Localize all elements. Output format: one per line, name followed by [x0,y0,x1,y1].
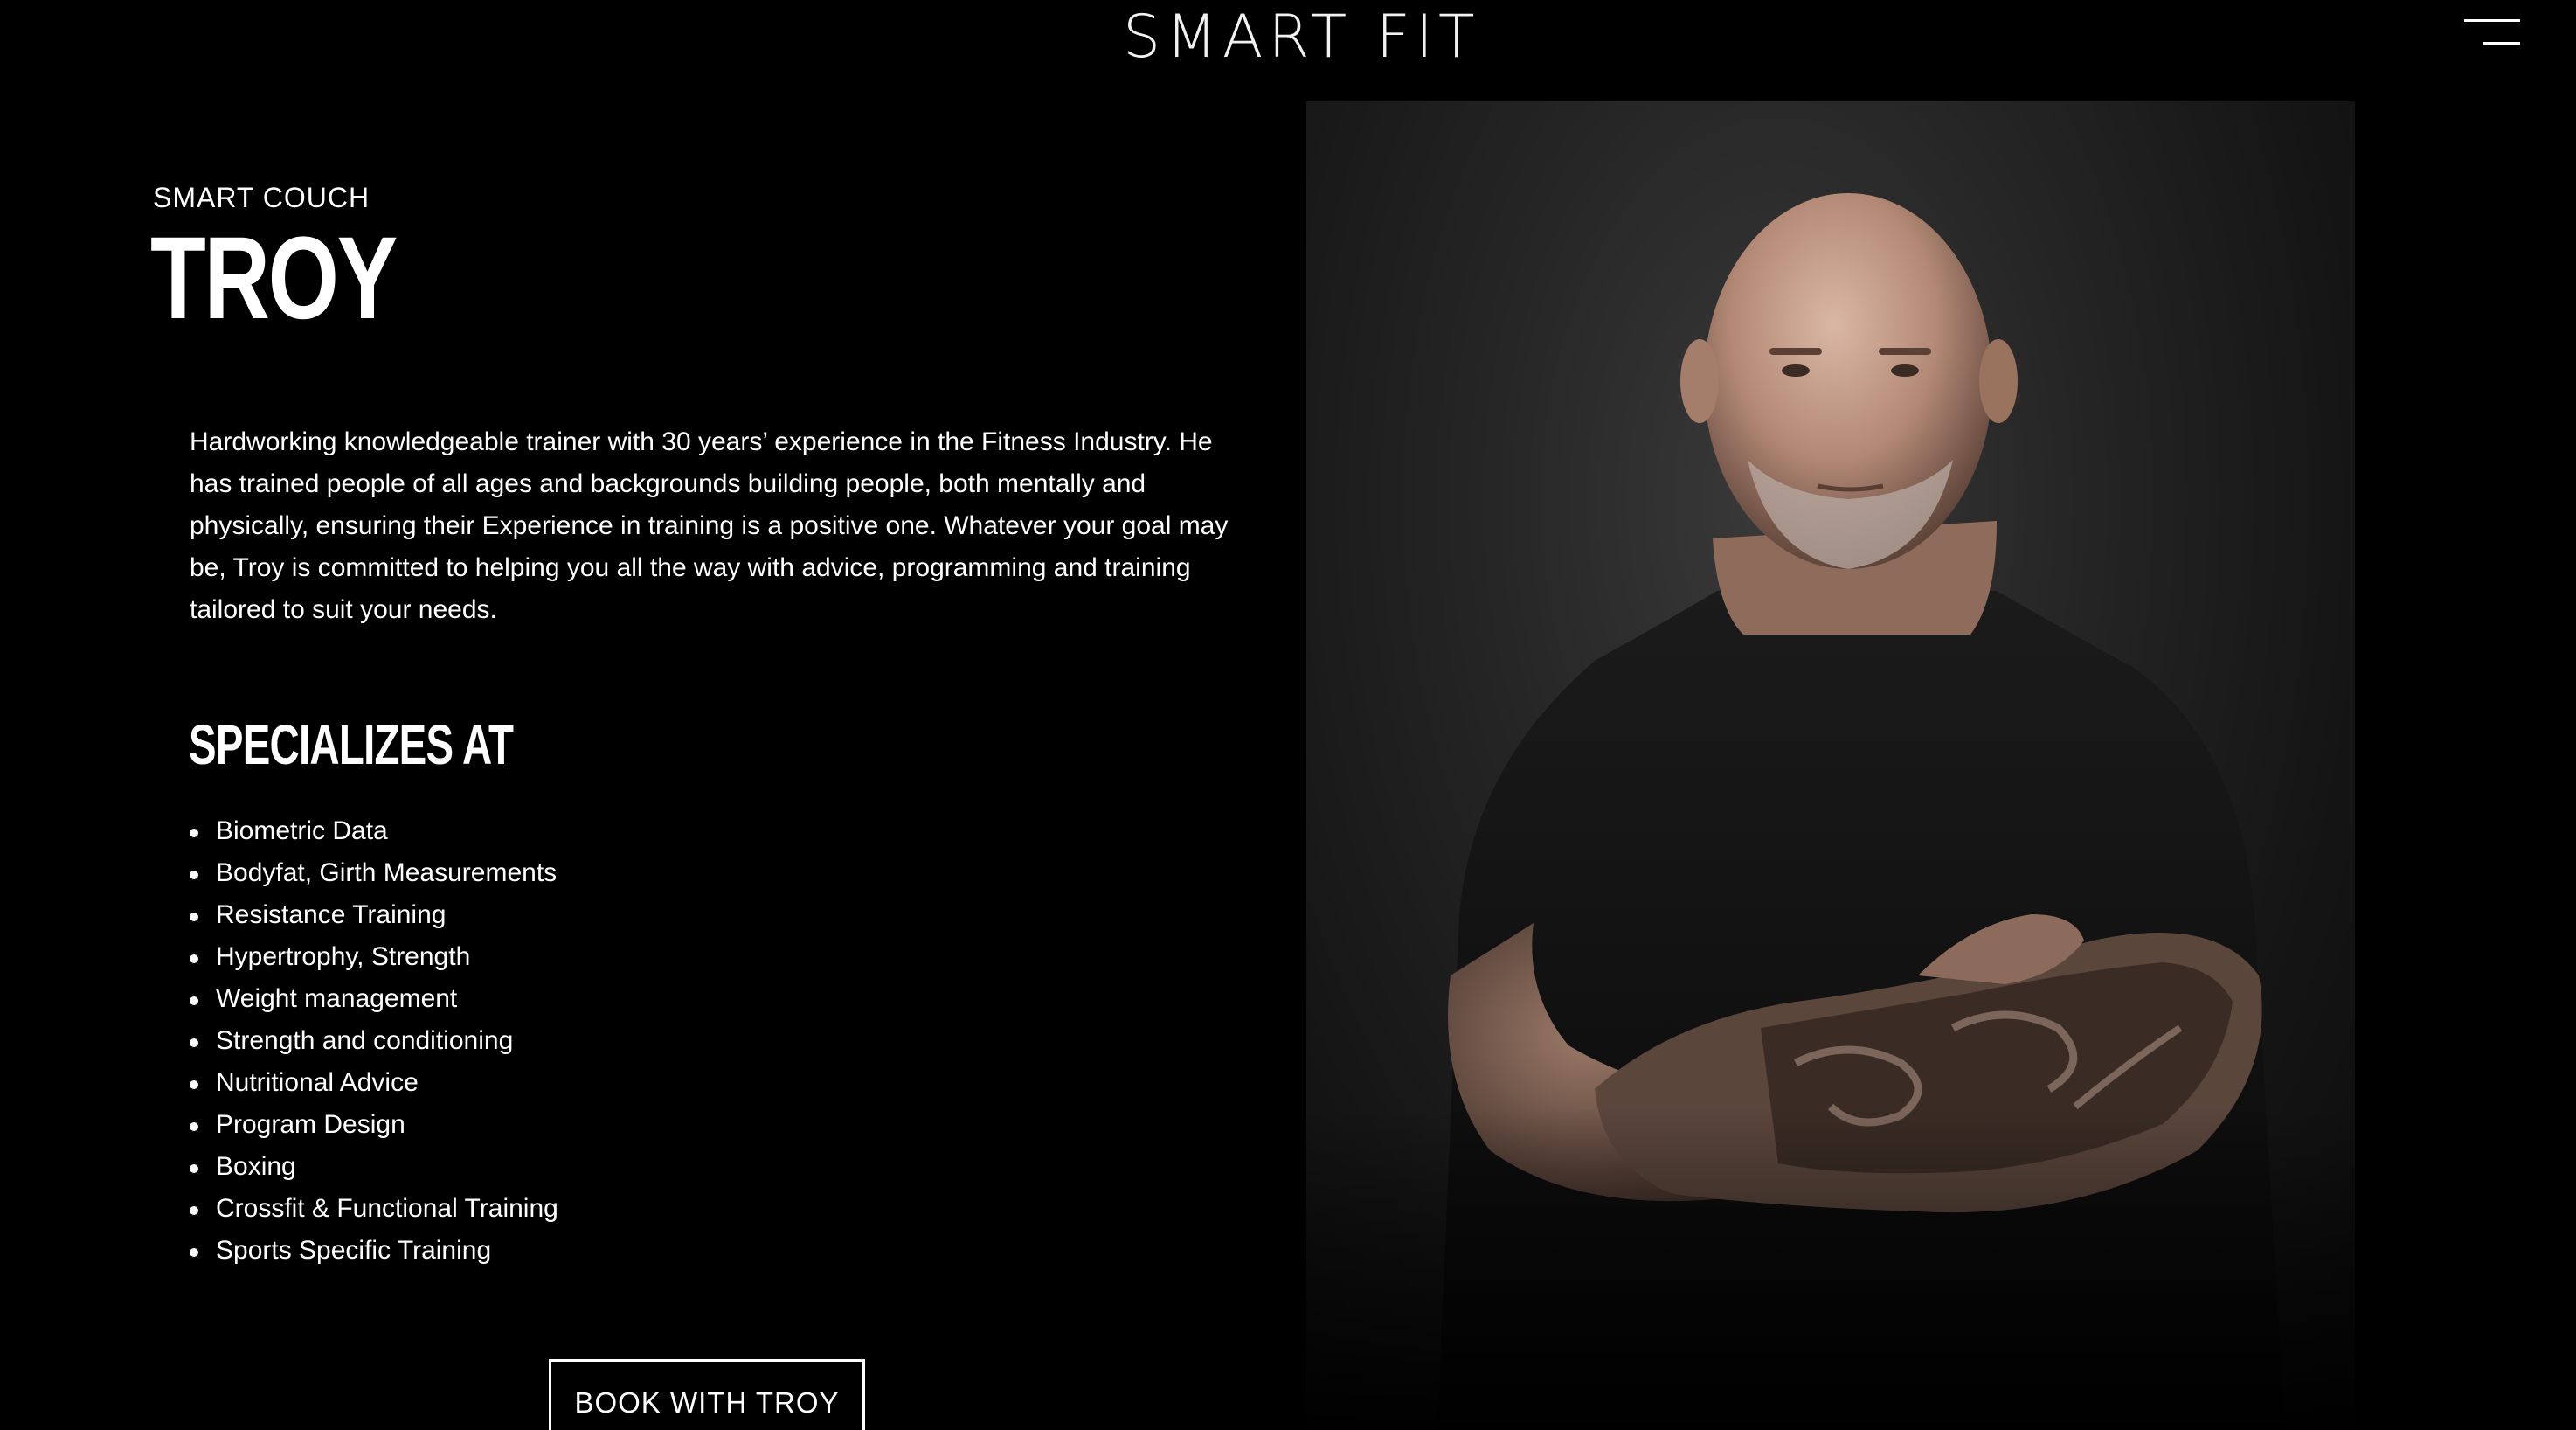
list-item: Boxing [190,1146,558,1188]
list-item: Crossfit & Functional Training [190,1188,558,1230]
list-item: Bodyfat, Girth Measurements [190,852,558,894]
trainer-portrait-photo [1306,101,2355,1430]
list-item: Nutritional Advice [190,1062,558,1104]
trainer-eyebrow: SMART COUCH [153,182,370,213]
list-item: Strength and conditioning [190,1020,558,1062]
trainer-portrait-illustration [1306,193,2355,1430]
trainer-name-heading: TROY [150,213,398,344]
list-item: Program Design [190,1104,558,1146]
site-logo[interactable]: SMART FIT [1123,5,1475,70]
list-item: Sports Specific Training [190,1230,558,1272]
menu-line-top [2464,19,2520,22]
list-item: Resistance Training [190,894,558,936]
specializations-heading: SPECIALIZES AT [189,713,514,776]
list-item: Hypertrophy, Strength [190,936,558,978]
book-with-trainer-button[interactable]: BOOK WITH TROY [549,1359,865,1430]
trainer-profile-page: SMART FIT SMART COUCH TROY Hardworking k… [0,0,2576,1430]
trainer-bio: Hardworking knowledgeable trainer with 3… [190,427,1229,624]
hamburger-menu-icon[interactable] [2464,16,2520,51]
list-item: Weight management [190,978,558,1020]
menu-line-bottom [2483,42,2520,45]
list-item: Biometric Data [190,810,558,852]
specializations-list: Biometric Data Bodyfat, Girth Measuremen… [190,810,558,1272]
